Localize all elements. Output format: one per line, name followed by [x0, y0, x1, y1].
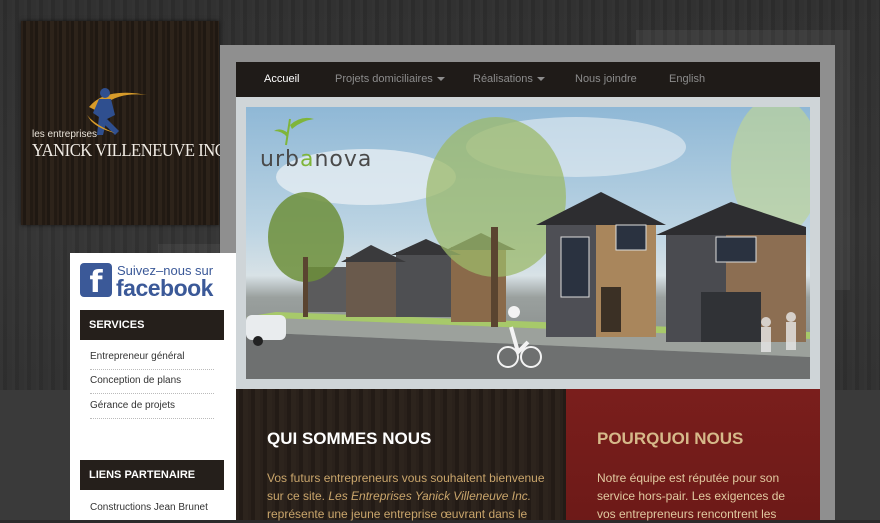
sidebar-link-entrepreneur-general[interactable]: Entrepreneur général [90, 345, 214, 370]
why-line: vos entrepreneurs rencontrent les [597, 507, 777, 521]
nav-item-english[interactable]: English [669, 62, 705, 97]
why-us-text: Notre équipe est réputée pour son servic… [597, 469, 785, 523]
brand-text-accent: a [299, 147, 315, 172]
about-company-name: Les Entreprises Yanick Villeneuve Inc. [328, 489, 532, 503]
chevron-down-icon [436, 77, 445, 82]
brand-text: nova [314, 147, 373, 172]
facebook-wordmark: facebook [116, 275, 213, 301]
sidebar-link-gerance-de-projets[interactable]: Gérance de projets [90, 394, 214, 419]
nav-label: Nous joindre [575, 73, 637, 85]
nav-label: Accueil [264, 73, 300, 85]
nav-label: Projets domiciliaires [335, 73, 433, 85]
sidebar-link-conception-de-plans[interactable]: Conception de plans [90, 369, 214, 394]
about-title: QUI SOMMES NOUS [267, 429, 432, 448]
about-panel: QUI SOMMES NOUS Vos futurs entrepreneurs… [236, 389, 566, 523]
partners-heading: LIENS PARTENAIRE [80, 460, 224, 490]
sidebar-link-constructions-jean-brunet[interactable]: Constructions Jean Brunet [90, 496, 214, 520]
hero-image: urbanova [246, 107, 810, 379]
main-navigation: Accueil Projets domiciliaires Réalisatio… [236, 62, 820, 97]
brand-text: urb [260, 147, 300, 172]
services-heading: SERVICES [80, 310, 224, 340]
chevron-down-icon [536, 77, 545, 82]
hero-banner[interactable]: urbanova [236, 97, 820, 389]
why-line: Notre équipe est réputée pour son [597, 471, 780, 485]
about-line: représente une jeune entreprise œuvrant … [267, 507, 528, 521]
nav-label: English [669, 73, 706, 85]
nav-item-accueil[interactable]: Accueil [264, 62, 299, 97]
facebook-follow-button[interactable]: f Suivez–nous sur facebook [80, 263, 226, 301]
logo-small-text: les entreprises [32, 129, 98, 140]
facebook-icon: f [80, 263, 112, 300]
why-us-title: POURQUOI NOUS [597, 429, 744, 448]
about-text: Vos futurs entrepreneurs vous souhaitent… [267, 469, 545, 523]
nav-label: Réalisations [473, 73, 533, 85]
company-logo[interactable]: les entreprises YANICK VILLENEUVE INC. [21, 21, 229, 225]
nav-item-projets-domiciliaires[interactable]: Projets domiciliaires [335, 62, 445, 97]
urbanova-logo: urbanova [260, 147, 372, 172]
why-line: service hors-pair. Les exigences de [597, 489, 786, 503]
logo-company-name: YANICK VILLENEUVE INC. [32, 140, 230, 160]
nav-item-nous-joindre[interactable]: Nous joindre [575, 62, 637, 97]
about-text-plain: sur ce site. [267, 489, 329, 503]
nav-item-realisations[interactable]: Réalisations [473, 62, 545, 97]
why-us-panel: POURQUOI NOUS Notre équipe est réputée p… [566, 389, 820, 523]
about-line: Vos futurs entrepreneurs vous souhaitent… [267, 471, 545, 485]
about-line: sur ce site. Les Entreprises Yanick Vill… [267, 487, 545, 505]
sidebar: f Suivez–nous sur facebook SERVICES Entr… [70, 253, 236, 520]
